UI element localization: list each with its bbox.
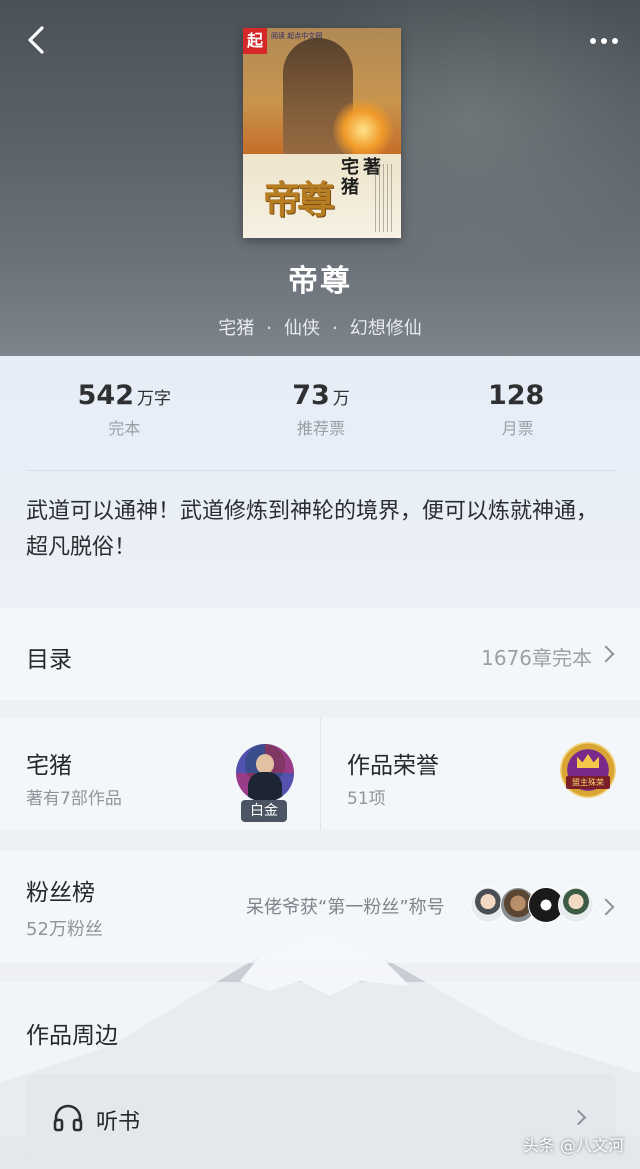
author-works-count: 著有7部作品 xyxy=(26,789,122,809)
hero-header: 起 阅读 起点中文网 帝尊 宅猪 著 帝尊 宅猪 · 仙侠 · 幻想修仙 xyxy=(0,0,640,356)
table-of-contents-row[interactable]: 目录 1676章完本 xyxy=(0,608,640,700)
fans-title: 粉丝榜 xyxy=(26,880,95,906)
cover-publisher-badge: 起 xyxy=(243,28,267,54)
back-arrow-icon xyxy=(28,26,44,54)
honor-title: 作品荣誉 xyxy=(347,753,439,779)
author-level-badge: 白金 xyxy=(241,800,287,822)
author-name: 宅猪 xyxy=(26,753,72,779)
watermark: 头条 @八文河 xyxy=(522,1136,624,1155)
honor-medal-label: 盟主殊荣 xyxy=(566,776,610,789)
stats-divider xyxy=(26,470,616,471)
honor-card[interactable]: 作品荣誉 51项 盟主殊荣 xyxy=(321,718,640,830)
crown-icon xyxy=(577,754,599,768)
cover-author-art: 宅猪 xyxy=(341,157,359,198)
book-stats: 542 万字 完本 73 万 推荐票 128 月票 xyxy=(26,380,616,450)
fan-avatar-group xyxy=(470,887,594,925)
tag-separator: · xyxy=(332,318,338,339)
cover-glow xyxy=(333,100,393,160)
tag-category[interactable]: 仙侠 xyxy=(284,318,320,339)
headphones-icon xyxy=(53,1104,83,1132)
fans-count: 52万粉丝 xyxy=(26,919,103,940)
fan-ranking-row[interactable]: 粉丝榜 52万粉丝 呆佬爷获“第一粉丝”称号 xyxy=(0,851,640,963)
audiobook-label: 听书 xyxy=(96,1110,141,1135)
toc-chapter-count: 1676章完本 xyxy=(481,646,592,670)
peripherals-title: 作品周边 xyxy=(26,1023,118,1049)
stat-label: 完本 xyxy=(108,419,141,438)
stat-unit: 万 xyxy=(332,389,350,409)
stat-monthly-votes[interactable]: 128 月票 xyxy=(419,380,616,450)
stat-unit: 万字 xyxy=(137,389,172,409)
avatar xyxy=(558,887,594,923)
cover-text-lines xyxy=(375,164,393,232)
book-cover[interactable]: 起 阅读 起点中文网 帝尊 宅猪 著 xyxy=(243,28,401,238)
stat-recommend-votes[interactable]: 73 万 推荐票 xyxy=(223,380,420,450)
honor-count: 51项 xyxy=(347,789,386,809)
chevron-right-icon xyxy=(597,645,615,663)
tag-subcategory[interactable]: 幻想修仙 xyxy=(350,318,422,339)
toc-label: 目录 xyxy=(26,647,72,673)
chevron-right-icon xyxy=(597,898,615,916)
more-options-button[interactable] xyxy=(582,26,626,56)
stat-value: 128 xyxy=(487,380,545,411)
stat-value: 542 xyxy=(77,380,135,411)
author-avatar xyxy=(236,744,294,802)
book-intro[interactable]: 武道可以通神！武道修炼到神轮的境界，便可以炼就神通，超凡脱俗！ xyxy=(26,494,616,566)
chevron-right-icon xyxy=(570,1109,587,1126)
book-tags: 宅猪 · 仙侠 · 幻想修仙 xyxy=(0,314,640,340)
back-button[interactable] xyxy=(18,22,54,58)
book-detail-page: 起 阅读 起点中文网 帝尊 宅猪 著 帝尊 宅猪 · 仙侠 · 幻想修仙 542 万字 完… xyxy=(0,0,640,1169)
more-dots-icon xyxy=(590,38,596,44)
book-title: 帝尊 xyxy=(288,264,352,299)
cover-title-art: 帝尊 xyxy=(263,178,335,222)
stat-label: 推荐票 xyxy=(297,419,346,438)
author-honor-row: 宅猪 著有7部作品 白金 作品荣誉 51项 盟主殊荣 xyxy=(0,718,640,830)
top-fan-note: 呆佬爷获“第一粉丝”称号 xyxy=(246,897,445,918)
stat-value: 73 xyxy=(292,380,330,411)
cover-imprint: 阅读 起点中文网 xyxy=(271,32,323,40)
honor-medal-icon: 盟主殊荣 xyxy=(560,742,616,798)
tag-separator: · xyxy=(266,318,272,339)
stat-label: 月票 xyxy=(501,419,534,438)
author-card[interactable]: 宅猪 著有7部作品 白金 xyxy=(0,718,320,830)
stat-word-count: 542 万字 完本 xyxy=(26,380,223,450)
tag-author[interactable]: 宅猪 xyxy=(218,318,254,339)
